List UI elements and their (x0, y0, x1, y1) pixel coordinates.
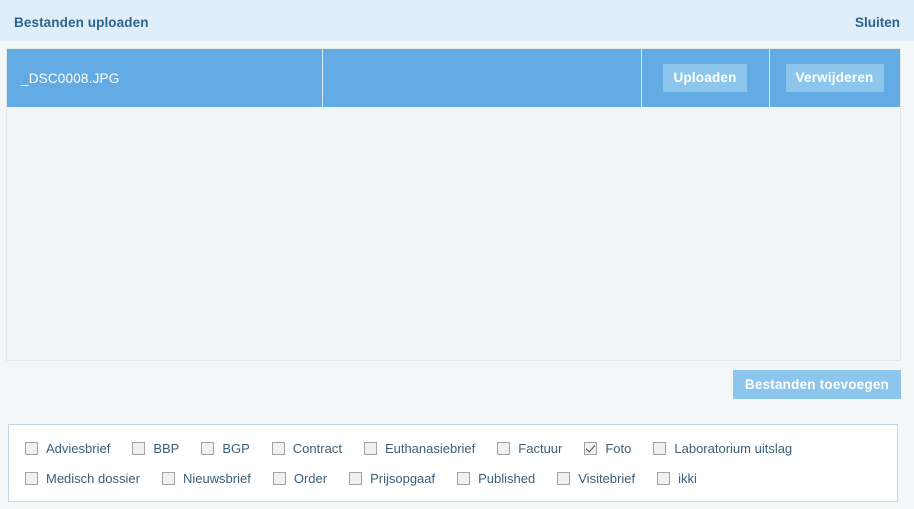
checkbox-unchecked-icon[interactable] (657, 471, 671, 485)
checkbox-unchecked-icon[interactable] (557, 471, 571, 485)
document-type-checkbox[interactable]: Published (457, 470, 536, 486)
document-type-checkbox[interactable]: BBP (132, 440, 180, 456)
file-row[interactable]: _DSC0008.JPG Uploaden Verwijderen (7, 49, 900, 107)
add-files-button[interactable]: Bestanden toevoegen (732, 370, 901, 399)
document-type-row-2: Medisch dossier Nieuwsbrief Order Prijsopga… (9, 463, 897, 493)
document-type-label: ikki (678, 470, 697, 486)
document-type-checkbox[interactable]: Foto (584, 440, 632, 456)
checkbox-unchecked-icon[interactable] (349, 471, 363, 485)
document-type-label: Laboratorium uitslag (674, 440, 793, 456)
checkbox-unchecked-icon[interactable] (161, 471, 175, 485)
add-files-toolbar: Bestanden toevoegen (6, 370, 901, 402)
document-type-checkbox[interactable]: Prijsopgaaf (349, 470, 436, 486)
document-type-panel: Adviesbrief BBP BGP Contract Euthanasiebrief… (8, 424, 898, 502)
checkbox-unchecked-icon[interactable] (201, 441, 215, 455)
document-type-checkbox[interactable]: Euthanasiebrief (363, 440, 476, 456)
document-type-checkbox[interactable]: Adviesbrief (25, 440, 111, 456)
checkbox-unchecked-icon[interactable] (653, 441, 667, 455)
close-link[interactable]: Sluiten (855, 15, 900, 30)
checkbox-unchecked-icon[interactable] (271, 441, 285, 455)
document-type-checkbox[interactable]: Laboratorium uitslag (653, 440, 793, 456)
file-list-panel: _DSC0008.JPG Uploaden Verwijderen (6, 48, 901, 361)
checkbox-unchecked-icon[interactable] (25, 471, 38, 485)
file-name-label: _DSC0008.JPG (21, 70, 120, 86)
document-type-checkbox[interactable]: Medisch dossier (25, 470, 140, 486)
document-type-label: Adviesbrief (46, 440, 111, 456)
document-type-checkbox[interactable]: Visitebrief (557, 470, 636, 486)
document-type-label: Published (478, 470, 536, 486)
document-type-label: Visitebrief (578, 470, 636, 486)
document-type-row-1: Adviesbrief BBP BGP Contract Euthanasiebrief… (9, 433, 897, 463)
checkbox-unchecked-icon[interactable] (25, 441, 38, 455)
document-type-label: Contract (292, 440, 342, 456)
document-type-checkbox[interactable]: Contract (271, 440, 342, 456)
document-type-label: Prijsopgaaf (370, 470, 436, 486)
file-upload-cell: Uploaden (641, 49, 769, 107)
document-type-label: BBP (153, 440, 180, 456)
document-type-checkbox[interactable]: Nieuwsbrief (161, 470, 251, 486)
document-type-checkbox[interactable]: Factuur (497, 440, 563, 456)
document-type-label: Order (293, 470, 328, 486)
file-delete-cell: Verwijderen (769, 49, 900, 107)
checkbox-unchecked-icon[interactable] (132, 441, 146, 455)
document-type-label: Medisch dossier (46, 470, 140, 486)
delete-button[interactable]: Verwijderen (785, 63, 884, 93)
checkbox-unchecked-icon[interactable] (363, 441, 377, 455)
document-type-label: Nieuwsbrief (182, 470, 251, 486)
checkbox-unchecked-icon[interactable] (457, 471, 471, 485)
document-type-label: Euthanasiebrief (384, 440, 476, 456)
dialog-header: Bestanden uploaden Sluiten (0, 0, 914, 41)
upload-button[interactable]: Uploaden (663, 63, 747, 93)
document-type-checkbox[interactable]: BGP (201, 440, 250, 456)
page-title: Bestanden uploaden (14, 15, 149, 30)
document-type-checkbox[interactable]: Order (272, 470, 328, 486)
document-type-label: Factuur (518, 440, 563, 456)
checkbox-unchecked-icon[interactable] (497, 441, 511, 455)
file-progress-cell (322, 49, 641, 107)
document-type-label: BGP (222, 440, 250, 456)
checkbox-checked-icon[interactable] (584, 441, 598, 455)
document-type-label: Foto (605, 440, 632, 456)
checkbox-unchecked-icon[interactable] (272, 471, 286, 485)
document-type-checkbox[interactable]: ikki (657, 470, 697, 486)
file-name-cell: _DSC0008.JPG (7, 49, 322, 107)
